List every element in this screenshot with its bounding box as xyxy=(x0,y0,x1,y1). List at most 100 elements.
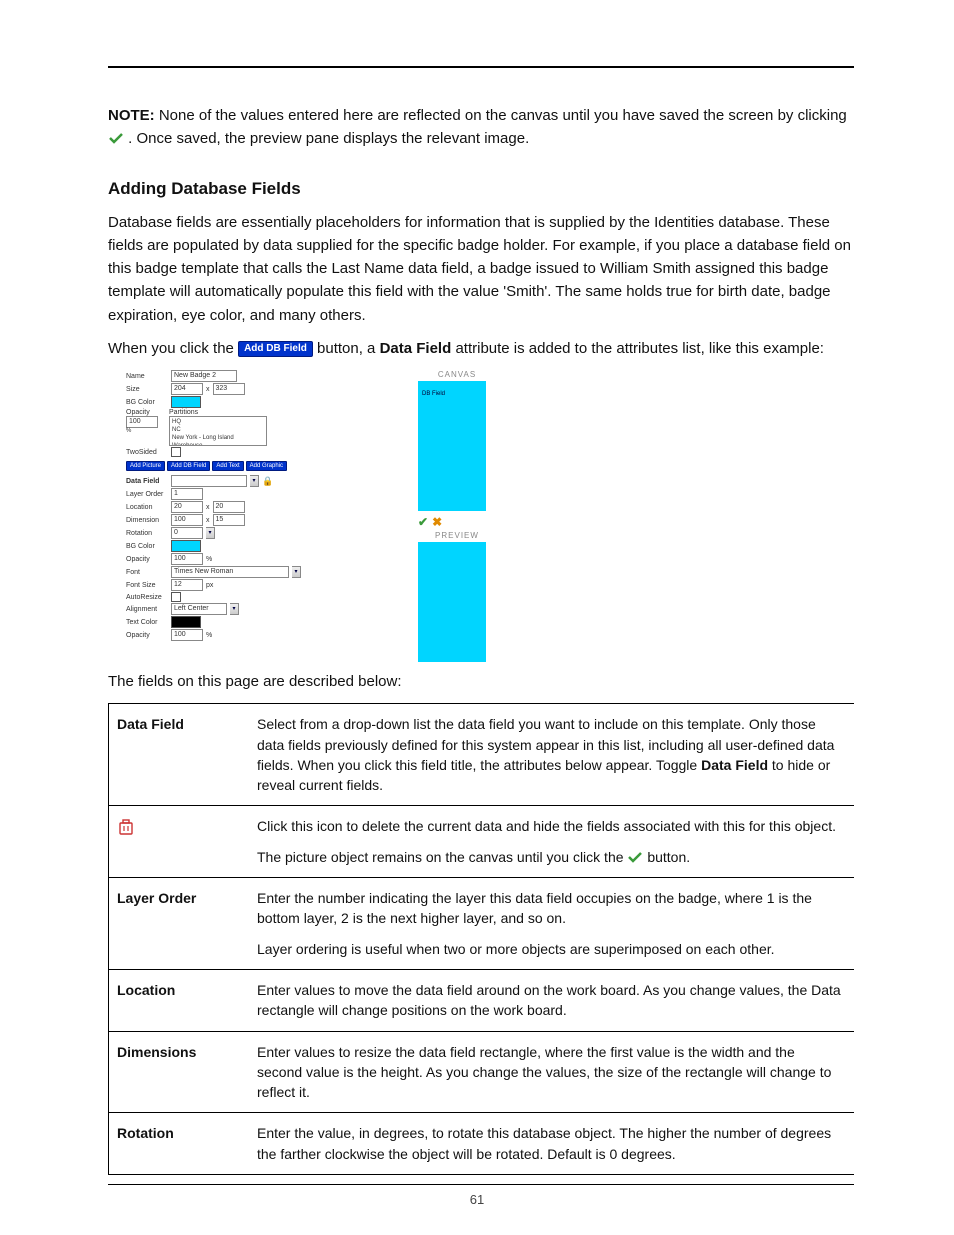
paragraph-1: Database fields are essentially placehol… xyxy=(108,211,854,327)
ss-fontsize-label: Font Size xyxy=(126,582,168,589)
ss-font-label: Font xyxy=(126,569,168,576)
bottom-rule xyxy=(108,1184,854,1185)
cell-name: Location xyxy=(109,969,250,1031)
delete-icon xyxy=(117,821,135,837)
fields-intro: The fields on this page are described be… xyxy=(108,670,854,693)
ss-opacity2-input: 100 xyxy=(171,553,203,565)
table-row: Layer Order Enter the number indicating … xyxy=(109,878,855,970)
ss-alignment-label: Alignment xyxy=(126,606,168,613)
cell-name: Dimensions xyxy=(109,1031,250,1113)
save-icon: ✔ xyxy=(418,515,428,529)
ss-bgcolor-label: BG Color xyxy=(126,399,168,406)
p2-after: attribute is added to the attributes lis… xyxy=(455,340,824,357)
ss-alignment-input: Left Center xyxy=(171,603,227,615)
text: Click this icon to delete the current da… xyxy=(257,816,842,836)
ss-layerorder-label: Layer Order xyxy=(126,491,168,498)
text-bold: Data Field xyxy=(701,757,768,773)
ss-rotation-label: Rotation xyxy=(126,530,168,537)
ss-twosided-check xyxy=(171,447,181,457)
ss-loc-sep: x xyxy=(206,504,210,511)
chevron-down-icon: ▾ xyxy=(230,603,239,615)
ss-fontsize-unit: px xyxy=(206,582,213,589)
cell-desc: Enter the value, in degrees, to rotate t… xyxy=(249,1113,854,1175)
note-text-before: None of the values entered here are refl… xyxy=(159,107,847,124)
ss-canvas: DB Field xyxy=(418,381,486,511)
cell-desc: Select from a drop-down list the data fi… xyxy=(249,704,854,806)
ss-font-input: Times New Roman xyxy=(171,566,289,578)
ss-part-3: New York - Long Island Warehouse xyxy=(172,434,264,446)
ss-size-w: 204 xyxy=(171,383,203,395)
ss-size-x: x xyxy=(206,386,210,393)
paragraph-2: When you click the Add DB Field button, … xyxy=(108,337,854,360)
ss-rotation-input: 0 xyxy=(171,527,203,539)
ss-datafield-label: Data Field xyxy=(126,478,168,485)
ss-textcolor-label: Text Color xyxy=(126,619,168,626)
text: Enter the number indicating the layer th… xyxy=(257,888,842,929)
note-text-after: . Once saved, the preview pane displays … xyxy=(128,130,529,147)
ss-btn-text: Add Text xyxy=(212,461,243,471)
definitions-table: Data Field Select from a drop-down list … xyxy=(108,703,854,1175)
ss-textcolor-chip xyxy=(171,616,201,628)
ss-name-label: Name xyxy=(126,373,168,380)
screenshot-panel: NameNew Badge 2 Size204x323 BG Color Opa… xyxy=(126,370,378,660)
ss-layerorder-input: 1 xyxy=(171,488,203,500)
ss-opacity-input: 100 xyxy=(126,416,158,428)
lock-icon: 🔒 xyxy=(262,476,273,487)
ss-dim-sep: x xyxy=(206,517,210,524)
table-row: Dimensions Enter values to resize the da… xyxy=(109,1031,855,1113)
ss-dbfield-tag: DB Field xyxy=(422,391,445,397)
cell-name xyxy=(109,806,250,878)
cell-name: Layer Order xyxy=(109,878,250,970)
chevron-down-icon: ▾ xyxy=(206,527,215,539)
ss-opacity3-label: Opacity xyxy=(126,632,168,639)
cancel-icon: ✖ xyxy=(432,515,442,529)
p2-before: When you click the xyxy=(108,340,238,357)
ss-opacity2-pct: % xyxy=(206,556,212,563)
chevron-down-icon: ▾ xyxy=(292,566,301,578)
text: Enter values to move the data field arou… xyxy=(257,980,842,1021)
table-row: Click this icon to delete the current da… xyxy=(109,806,855,878)
ss-size-h: 323 xyxy=(213,383,245,395)
cell-name: Data Field xyxy=(109,704,250,806)
ss-partitions-label: Partitions xyxy=(169,409,267,416)
ss-btn-dbfield: Add DB Field xyxy=(167,461,210,471)
ss-btn-picture: Add Picture xyxy=(126,461,165,471)
text: Enter the value, in degrees, to rotate t… xyxy=(257,1123,842,1164)
ss-btn-graphic: Add Graphic xyxy=(246,461,287,471)
ss-dimension-label: Dimension xyxy=(126,517,168,524)
ss-bgcolor-chip xyxy=(171,396,201,408)
ss-opacity3-input: 100 xyxy=(171,629,203,641)
cell-desc: Enter values to move the data field arou… xyxy=(249,969,854,1031)
ss-fontsize-input: 12 xyxy=(171,579,203,591)
ss-dim-w: 100 xyxy=(171,514,203,526)
text: button. xyxy=(647,849,690,865)
ss-autoresize-check xyxy=(171,592,181,602)
ss-preview-title: PREVIEW xyxy=(418,531,496,540)
ss-name-input: New Badge 2 xyxy=(171,370,237,382)
page-number: 61 xyxy=(0,1192,954,1207)
note-block: NOTE: None of the values entered here ar… xyxy=(108,104,854,151)
cell-name: Rotation xyxy=(109,1113,250,1175)
ss-size-label: Size xyxy=(126,386,168,393)
ss-part-2: NC xyxy=(172,426,264,434)
ss-opacity-pct: % xyxy=(126,428,158,434)
ss-datafield-input xyxy=(171,475,247,487)
table-row: Data Field Select from a drop-down list … xyxy=(109,704,855,806)
add-db-field-button: Add DB Field xyxy=(238,341,313,357)
cell-desc: Enter the number indicating the layer th… xyxy=(249,878,854,970)
top-rule xyxy=(108,66,854,68)
cell-desc: Click this icon to delete the current da… xyxy=(249,806,854,878)
text: Enter values to resize the data field re… xyxy=(257,1042,842,1103)
ss-partitions-list: HQ NC New York - Long Island Warehouse xyxy=(169,416,267,446)
table-row: Location Enter values to move the data f… xyxy=(109,969,855,1031)
chevron-down-icon: ▾ xyxy=(250,475,259,487)
ss-loc-y: 20 xyxy=(213,501,245,513)
ss-autoresize-label: AutoResize xyxy=(126,594,168,601)
checkmark-icon xyxy=(627,851,643,863)
ss-opacity-label: Opacity xyxy=(126,409,150,416)
ss-bgcolor2-chip xyxy=(171,540,201,552)
ss-preview xyxy=(418,542,486,662)
p2-bold: Data Field xyxy=(380,340,452,357)
checkmark-icon xyxy=(108,132,124,144)
p2-mid: button, a xyxy=(317,340,380,357)
